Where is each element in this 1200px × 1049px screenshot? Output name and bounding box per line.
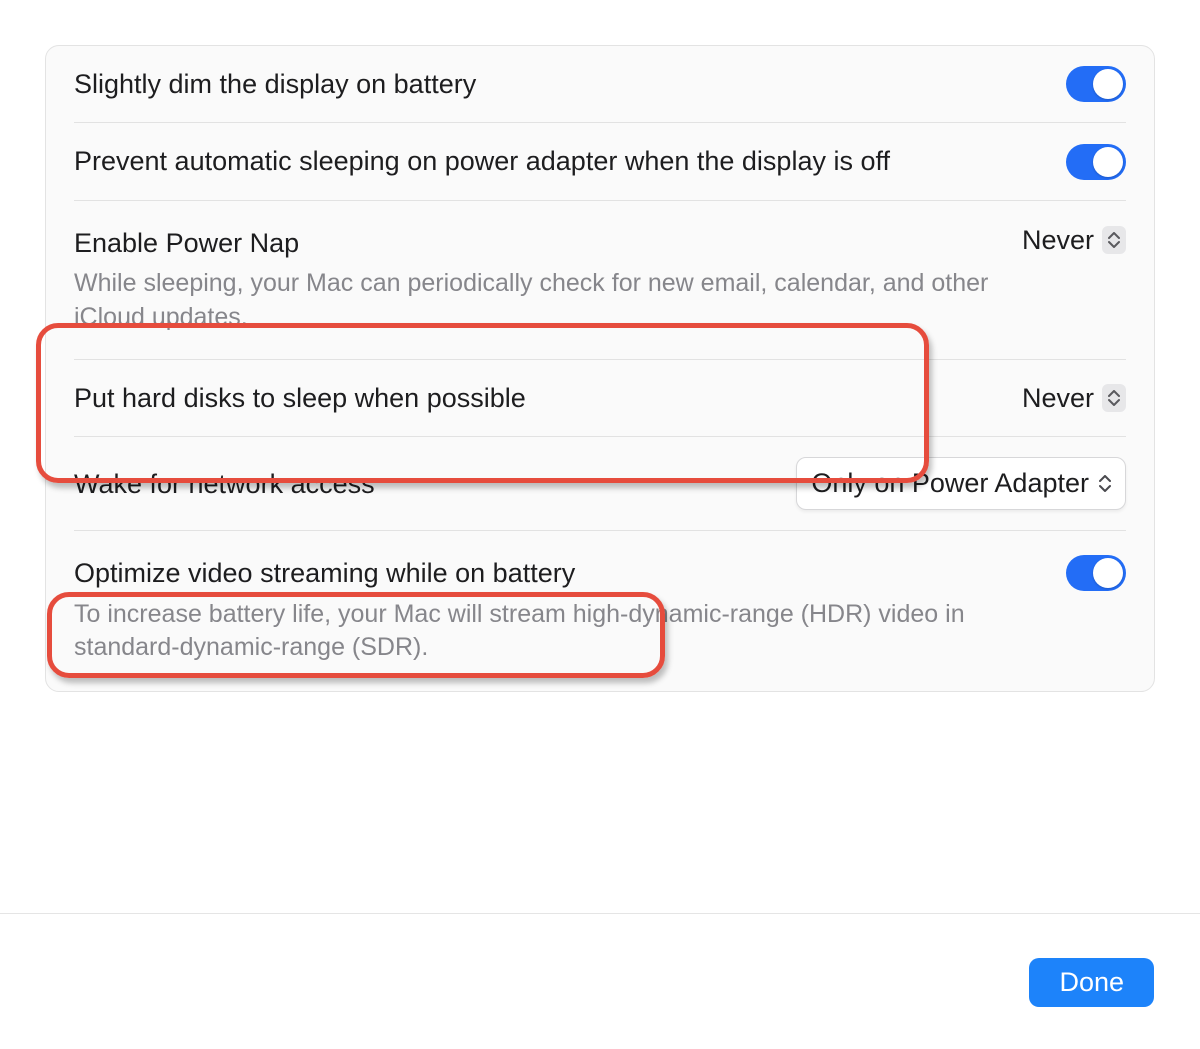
power-nap-description: While sleeping, your Mac can periodicall…: [74, 267, 998, 335]
power-nap-label: Enable Power Nap: [74, 225, 998, 261]
dim-display-label: Slightly dim the display on battery: [74, 66, 1042, 102]
hard-disks-label: Put hard disks to sleep when possible: [74, 380, 998, 416]
wake-network-dropdown[interactable]: Only on Power Adapter: [796, 457, 1126, 510]
row-optimize-video: Optimize video streaming while on batter…: [46, 531, 1154, 691]
row-hard-disks: Put hard disks to sleep when possible Ne…: [46, 360, 1154, 436]
text-block: Optimize video streaming while on batter…: [74, 555, 1066, 665]
dim-display-toggle[interactable]: [1066, 66, 1126, 102]
done-button[interactable]: Done: [1029, 958, 1154, 1007]
text-block: Enable Power Nap While sleeping, your Ma…: [74, 225, 1022, 335]
row-wake-network: Wake for network access Only on Power Ad…: [46, 437, 1154, 530]
settings-panel: Slightly dim the display on battery Prev…: [45, 45, 1155, 692]
text-block: Wake for network access: [74, 466, 796, 502]
chevron-up-down-icon: [1102, 226, 1126, 254]
wake-network-label: Wake for network access: [74, 466, 772, 502]
prevent-sleep-label: Prevent automatic sleeping on power adap…: [74, 143, 1042, 179]
optimize-video-label: Optimize video streaming while on batter…: [74, 555, 1042, 591]
optimize-video-toggle[interactable]: [1066, 555, 1126, 591]
power-nap-popup[interactable]: Never: [1022, 225, 1126, 256]
text-block: Slightly dim the display on battery: [74, 66, 1066, 102]
chevron-up-down-icon: [1099, 475, 1111, 492]
prevent-sleep-toggle[interactable]: [1066, 144, 1126, 180]
hard-disks-popup[interactable]: Never: [1022, 383, 1126, 414]
wake-network-value: Only on Power Adapter: [811, 468, 1089, 499]
row-power-nap: Enable Power Nap While sleeping, your Ma…: [46, 201, 1154, 359]
text-block: Put hard disks to sleep when possible: [74, 380, 1022, 416]
power-nap-value: Never: [1022, 225, 1094, 256]
row-dim-display: Slightly dim the display on battery: [46, 46, 1154, 122]
footer-separator: [0, 913, 1200, 914]
text-block: Prevent automatic sleeping on power adap…: [74, 143, 1066, 179]
row-prevent-sleep: Prevent automatic sleeping on power adap…: [46, 123, 1154, 199]
chevron-up-down-icon: [1102, 384, 1126, 412]
optimize-video-description: To increase battery life, your Mac will …: [74, 598, 1042, 666]
hard-disks-value: Never: [1022, 383, 1094, 414]
